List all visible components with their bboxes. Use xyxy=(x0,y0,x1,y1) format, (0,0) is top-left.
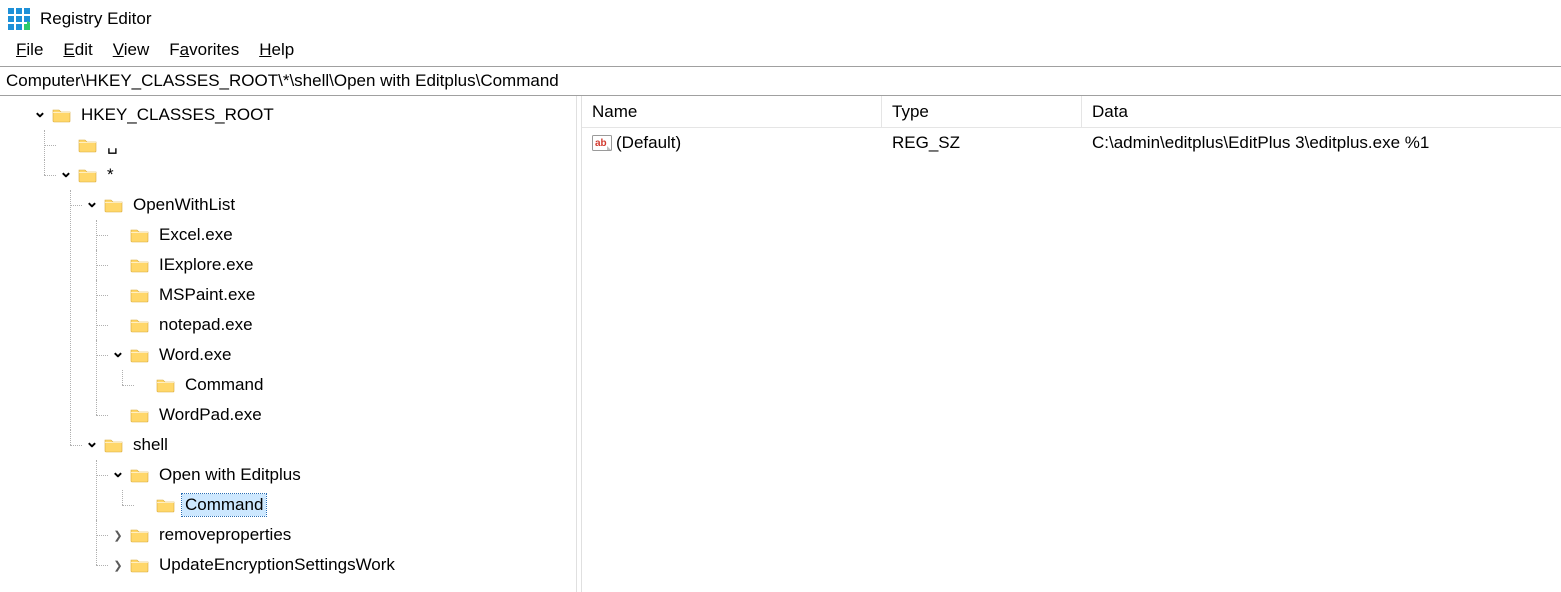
folder-icon xyxy=(130,407,150,423)
folder-icon xyxy=(104,197,124,213)
tree-label: Command xyxy=(182,374,266,396)
registry-tree: HKEY_CLASSES_ROOT ␣ xyxy=(0,96,576,592)
menu-edit[interactable]: Edit xyxy=(53,38,102,62)
expander-icon[interactable] xyxy=(110,557,126,573)
tree-node-open-with-editplus[interactable]: Open with Editplus Command xyxy=(110,460,576,520)
expander-icon[interactable] xyxy=(32,107,48,123)
tree-node-shell[interactable]: shell Open with Editplus Command xyxy=(84,430,576,580)
folder-icon xyxy=(130,467,150,483)
tree-node-hkcr[interactable]: HKEY_CLASSES_ROOT ␣ xyxy=(32,100,576,580)
tree-label: IExplore.exe xyxy=(156,254,257,276)
tree-label: ␣ xyxy=(104,134,121,156)
tree-label: WordPad.exe xyxy=(156,404,265,426)
tree-node-notepad[interactable]: notepad.exe xyxy=(110,310,576,340)
tree-node-updateenc[interactable]: UpdateEncryptionSettingsWork xyxy=(110,550,576,580)
app-icon xyxy=(8,8,30,30)
window-title: Registry Editor xyxy=(40,9,151,29)
tree-node-word-command[interactable]: Command xyxy=(136,370,576,400)
menubar: File Edit View Favorites Help xyxy=(0,38,1561,66)
tree-pane: HKEY_CLASSES_ROOT ␣ xyxy=(0,96,576,592)
folder-icon xyxy=(130,317,150,333)
tree-node-editplus-command[interactable]: Command xyxy=(136,490,576,520)
folder-icon xyxy=(156,497,176,513)
folder-icon xyxy=(130,557,150,573)
folder-icon xyxy=(130,347,150,363)
folder-icon xyxy=(130,527,150,543)
tree-node-wordpad[interactable]: WordPad.exe xyxy=(110,400,576,430)
folder-icon xyxy=(130,257,150,273)
expander-icon[interactable] xyxy=(110,527,126,543)
cell-type: REG_SZ xyxy=(882,133,1082,153)
tree-label: OpenWithList xyxy=(130,194,238,216)
tree-label-selected: Command xyxy=(182,494,266,516)
value-name: (Default) xyxy=(616,133,681,153)
tree-label: shell xyxy=(130,434,171,456)
folder-icon xyxy=(104,437,124,453)
menu-favorites[interactable]: Favorites xyxy=(159,38,249,62)
list-row[interactable]: (Default) REG_SZ C:\admin\editplus\EditP… xyxy=(582,128,1561,158)
expander-icon[interactable] xyxy=(84,437,100,453)
titlebar: Registry Editor xyxy=(0,0,1561,38)
tree-label: notepad.exe xyxy=(156,314,256,336)
list-header: Name Type Data xyxy=(582,96,1561,128)
string-value-icon xyxy=(592,134,612,152)
tree-label: Word.exe xyxy=(156,344,234,366)
cell-name: (Default) xyxy=(582,133,882,153)
cell-data: C:\admin\editplus\EditPlus 3\editplus.ex… xyxy=(1082,133,1561,153)
tree-label: UpdateEncryptionSettingsWork xyxy=(156,554,398,576)
tree-node-star[interactable]: * OpenWithList xyxy=(58,160,576,580)
column-header-type[interactable]: Type xyxy=(882,96,1082,127)
address-bar[interactable]: Computer\HKEY_CLASSES_ROOT\*\shell\Open … xyxy=(0,66,1561,96)
expander-icon[interactable] xyxy=(110,347,126,363)
expander-icon[interactable] xyxy=(58,167,74,183)
tree-node-excel[interactable]: Excel.exe xyxy=(110,220,576,250)
main-split: HKEY_CLASSES_ROOT ␣ xyxy=(0,96,1561,592)
tree-label: Open with Editplus xyxy=(156,464,304,486)
value-type: REG_SZ xyxy=(892,133,960,152)
address-text: Computer\HKEY_CLASSES_ROOT\*\shell\Open … xyxy=(6,71,559,90)
column-header-data[interactable]: Data xyxy=(1082,96,1561,127)
tree-node-openwithlist[interactable]: OpenWithList Excel.exe IExplore.exe xyxy=(84,190,576,430)
value-data: C:\admin\editplus\EditPlus 3\editplus.ex… xyxy=(1092,133,1429,152)
tree-label: MSPaint.exe xyxy=(156,284,258,306)
tree-label: * xyxy=(104,164,117,186)
tree-label: Excel.exe xyxy=(156,224,236,246)
menu-file[interactable]: File xyxy=(6,38,53,62)
folder-icon xyxy=(156,377,176,393)
values-list-pane: Name Type Data (Default) REG_SZ C:\admin… xyxy=(582,96,1561,592)
folder-icon xyxy=(78,137,98,153)
tree-node-mspaint[interactable]: MSPaint.exe xyxy=(110,280,576,310)
folder-icon xyxy=(130,287,150,303)
folder-icon xyxy=(52,107,72,123)
menu-view[interactable]: View xyxy=(103,38,160,62)
folder-icon xyxy=(78,167,98,183)
tree-node-word[interactable]: Word.exe Command xyxy=(110,340,576,400)
tree-node-blank[interactable]: ␣ xyxy=(58,130,576,160)
expander-icon[interactable] xyxy=(110,467,126,483)
tree-node-removeproperties[interactable]: removeproperties xyxy=(110,520,576,550)
column-header-name[interactable]: Name xyxy=(582,96,882,127)
tree-label: HKEY_CLASSES_ROOT xyxy=(78,104,277,126)
tree-scroll[interactable]: HKEY_CLASSES_ROOT ␣ xyxy=(0,96,576,592)
expander-icon[interactable] xyxy=(84,197,100,213)
tree-label: removeproperties xyxy=(156,524,294,546)
folder-icon xyxy=(130,227,150,243)
tree-node-iexplore[interactable]: IExplore.exe xyxy=(110,250,576,280)
menu-help[interactable]: Help xyxy=(249,38,304,62)
